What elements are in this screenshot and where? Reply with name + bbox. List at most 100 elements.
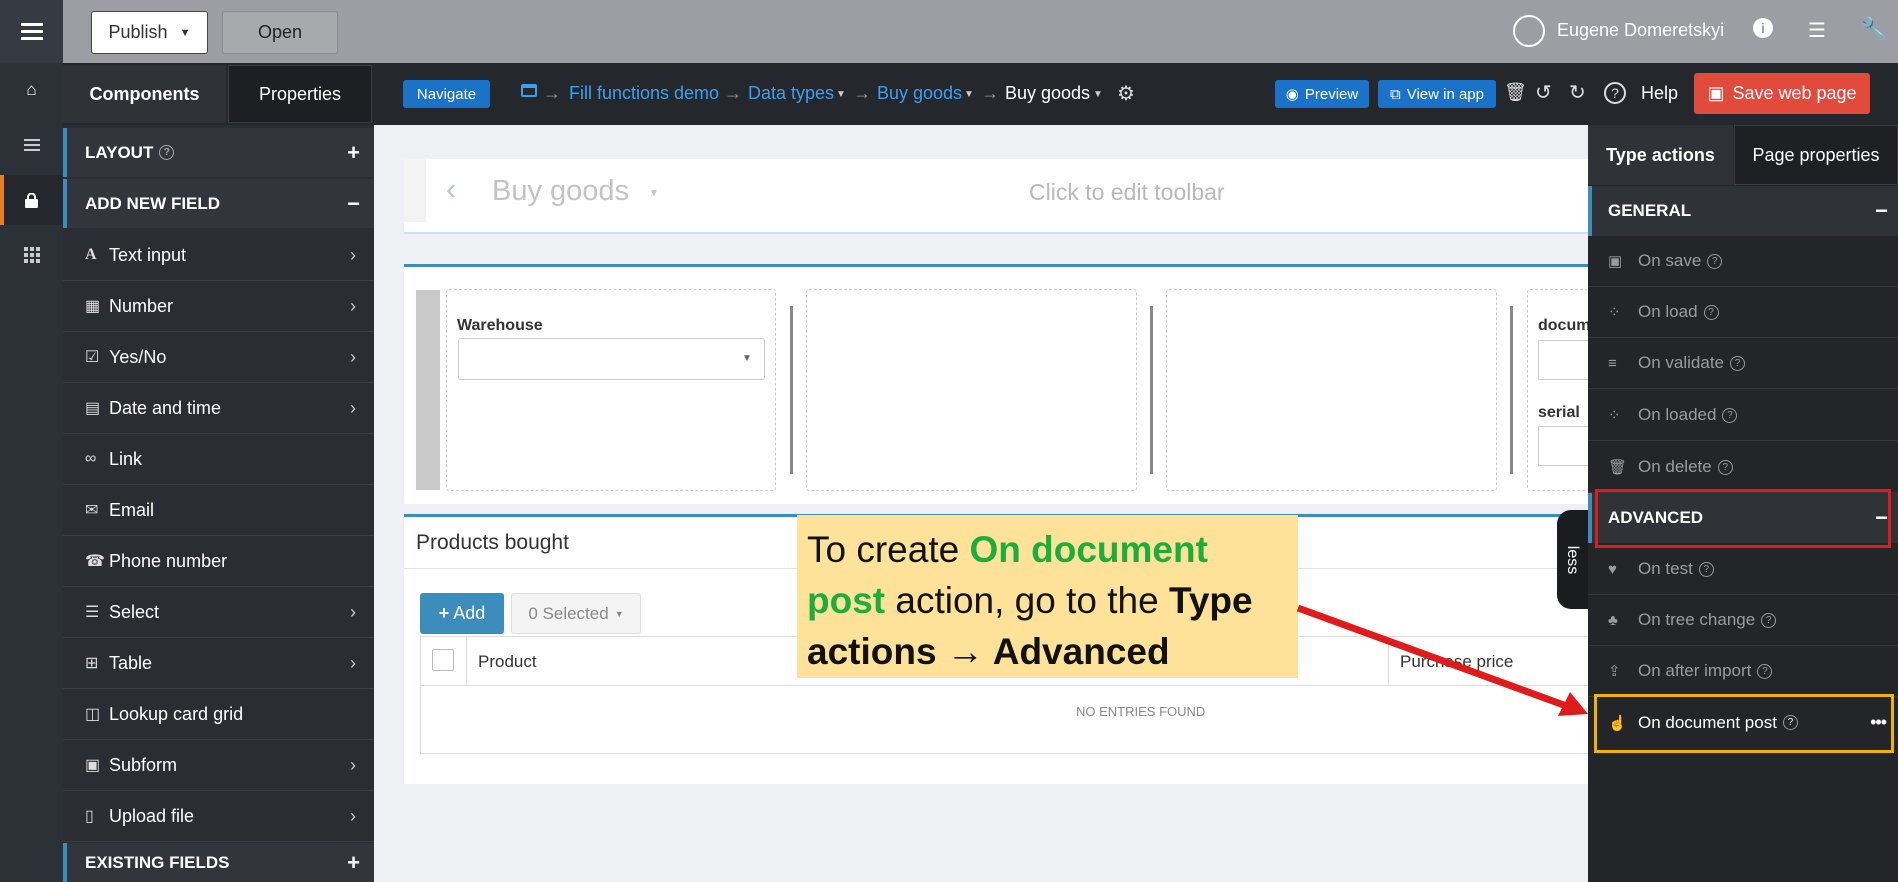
collapse-minus-icon[interactable]: − <box>347 191 360 217</box>
tab-properties[interactable]: Properties <box>228 65 372 123</box>
help-link[interactable]: Help <box>1641 83 1678 104</box>
existing-fields-header[interactable]: EXISTING FIELDS + <box>63 843 374 882</box>
add-button[interactable]: + Add <box>420 593 504 634</box>
component-email[interactable]: ✉ Email <box>63 485 374 536</box>
component-select[interactable]: ☰ Select › <box>63 587 374 638</box>
back-chevron-icon[interactable]: ‹ <box>446 173 456 207</box>
component-phone-number[interactable]: ☎ Phone number <box>63 536 374 587</box>
redo-icon[interactable]: ↻ <box>1569 80 1586 105</box>
info-icon[interactable]: i <box>1753 18 1773 38</box>
save-web-page-button[interactable]: ▣ Save web page <box>1694 73 1870 114</box>
column-divider[interactable] <box>790 306 793 474</box>
help-icon[interactable]: ? <box>1707 253 1723 269</box>
select-all-checkbox[interactable] <box>432 649 454 671</box>
user-name[interactable]: Eugene Domeretskyi <box>1557 20 1724 41</box>
list-view-icon[interactable]: ☰ <box>1808 18 1826 43</box>
publish-button[interactable]: Publish ▼ <box>91 11 208 54</box>
user-avatar-icon[interactable] <box>1513 15 1545 47</box>
component-label: Date and time <box>109 397 222 418</box>
home-icon[interactable]: ⌂ <box>0 65 63 115</box>
caret-down-icon[interactable]: ▼ <box>742 353 752 364</box>
expand-plus-icon[interactable]: + <box>347 850 360 876</box>
caret-down-icon[interactable]: ▼ <box>649 188 659 199</box>
breadcrumb-current[interactable]: Buy goods <box>1005 83 1090 104</box>
component-lookup-card-grid[interactable]: ◫ Lookup card grid <box>63 689 374 740</box>
column-header-product[interactable]: Product <box>478 652 537 672</box>
column-divider <box>466 636 467 686</box>
tab-page-properties[interactable]: Page properties <box>1734 125 1898 185</box>
lock-icon[interactable] <box>0 175 63 225</box>
selected-dropdown[interactable]: 0 Selected ▼ <box>511 593 641 634</box>
component-link[interactable]: ∞ Link <box>63 434 374 485</box>
warehouse-select[interactable] <box>458 338 765 380</box>
action-on-validate[interactable]: ≡ On validate? <box>1588 338 1898 389</box>
help-icon[interactable]: ? <box>1761 612 1777 628</box>
action-on-save[interactable]: ▣ On save? <box>1588 236 1898 287</box>
gear-icon[interactable]: ⚙ <box>1117 81 1135 106</box>
component-date-time[interactable]: ▤ Date and time › <box>63 383 374 434</box>
form-column-3[interactable] <box>1166 289 1497 491</box>
view-in-app-button[interactable]: ⧉ View in app <box>1378 80 1496 108</box>
action-on-loaded[interactable]: ⁘ On loaded? <box>1588 390 1898 441</box>
drag-handle[interactable] <box>416 290 440 490</box>
expand-plus-icon[interactable]: + <box>347 140 360 166</box>
toolbar-edit-hint[interactable]: Click to edit toolbar <box>1029 179 1225 206</box>
toolbar-page-title[interactable]: Buy goods <box>492 175 629 208</box>
wrench-icon[interactable]: 🔧 <box>1860 16 1887 42</box>
help-circle-icon[interactable]: ? <box>1604 82 1626 104</box>
breadcrumb-buy-goods[interactable]: Buy goods <box>877 83 962 104</box>
help-icon[interactable]: ? <box>1717 459 1733 475</box>
action-on-test[interactable]: ♥ On test? <box>1588 544 1898 595</box>
breadcrumb-arrow: → <box>981 83 999 103</box>
breadcrumb-fill-functions-demo[interactable]: Fill functions demo <box>569 83 719 104</box>
menu-lines-icon[interactable] <box>0 120 63 170</box>
component-table[interactable]: ⊞ Table › <box>63 638 374 689</box>
page-icon <box>521 84 537 97</box>
component-label: Email <box>109 499 155 520</box>
add-label: Add <box>453 603 486 623</box>
undo-icon[interactable]: ↺ <box>1535 80 1552 105</box>
component-subform[interactable]: ▣ Subform › <box>63 740 374 791</box>
chevron-right-icon: › <box>350 754 356 775</box>
form-column-2[interactable] <box>806 289 1137 491</box>
column-divider[interactable] <box>1510 306 1513 474</box>
less-toggle[interactable]: less <box>1557 510 1588 609</box>
help-icon[interactable]: ? <box>159 145 175 160</box>
columns-icon: ◫ <box>85 706 101 723</box>
action-on-delete[interactable]: 🗑 On delete? <box>1588 442 1898 493</box>
action-on-load[interactable]: ⁘ On load? <box>1588 287 1898 338</box>
help-icon[interactable]: ? <box>1730 355 1745 371</box>
preview-button[interactable]: ◉ Preview <box>1275 80 1369 108</box>
caret-down-icon[interactable]: ▼ <box>836 89 846 100</box>
selected-label: 0 Selected <box>528 603 609 623</box>
tab-components[interactable]: Components <box>63 65 226 123</box>
serial-input[interactable] <box>1538 426 1588 466</box>
action-on-after-import[interactable]: ⇪ On after import? <box>1588 646 1898 697</box>
tab-type-actions[interactable]: Type actions <box>1588 125 1733 185</box>
component-yes-no[interactable]: ☑ Yes/No › <box>63 332 374 383</box>
component-upload-file[interactable]: ▯ Upload file › <box>63 791 374 842</box>
help-icon[interactable]: ? <box>1722 407 1738 423</box>
caret-down-icon[interactable]: ▼ <box>964 89 974 100</box>
document-input[interactable] <box>1538 340 1588 380</box>
layout-section-header[interactable]: LAYOUT ? + <box>63 128 374 177</box>
open-button[interactable]: Open <box>222 11 338 54</box>
component-number[interactable]: ▦ Number › <box>63 281 374 332</box>
column-divider[interactable] <box>1150 306 1153 474</box>
help-icon[interactable]: ? <box>1698 561 1714 577</box>
general-section-header[interactable]: GENERAL − <box>1588 186 1898 236</box>
collapse-minus-icon[interactable]: − <box>1875 198 1888 224</box>
apps-grid-icon[interactable] <box>0 230 63 280</box>
action-on-tree-change[interactable]: ♣ On tree change? <box>1588 595 1898 646</box>
component-text-input[interactable]: A Text input › <box>63 230 374 281</box>
help-icon[interactable]: ? <box>1757 663 1773 679</box>
component-label: Lookup card grid <box>109 703 244 724</box>
help-icon[interactable]: ? <box>1703 304 1719 320</box>
navigate-button[interactable]: Navigate <box>403 80 490 108</box>
trash-icon[interactable]: 🗑 <box>1504 82 1527 103</box>
caret-down-icon[interactable]: ▼ <box>1093 89 1103 100</box>
hamburger-menu-icon[interactable] <box>0 0 63 63</box>
add-new-field-header[interactable]: ADD NEW FIELD − <box>63 179 374 228</box>
breadcrumb-data-types[interactable]: Data types <box>748 83 834 104</box>
preview-label: Preview <box>1304 85 1359 103</box>
